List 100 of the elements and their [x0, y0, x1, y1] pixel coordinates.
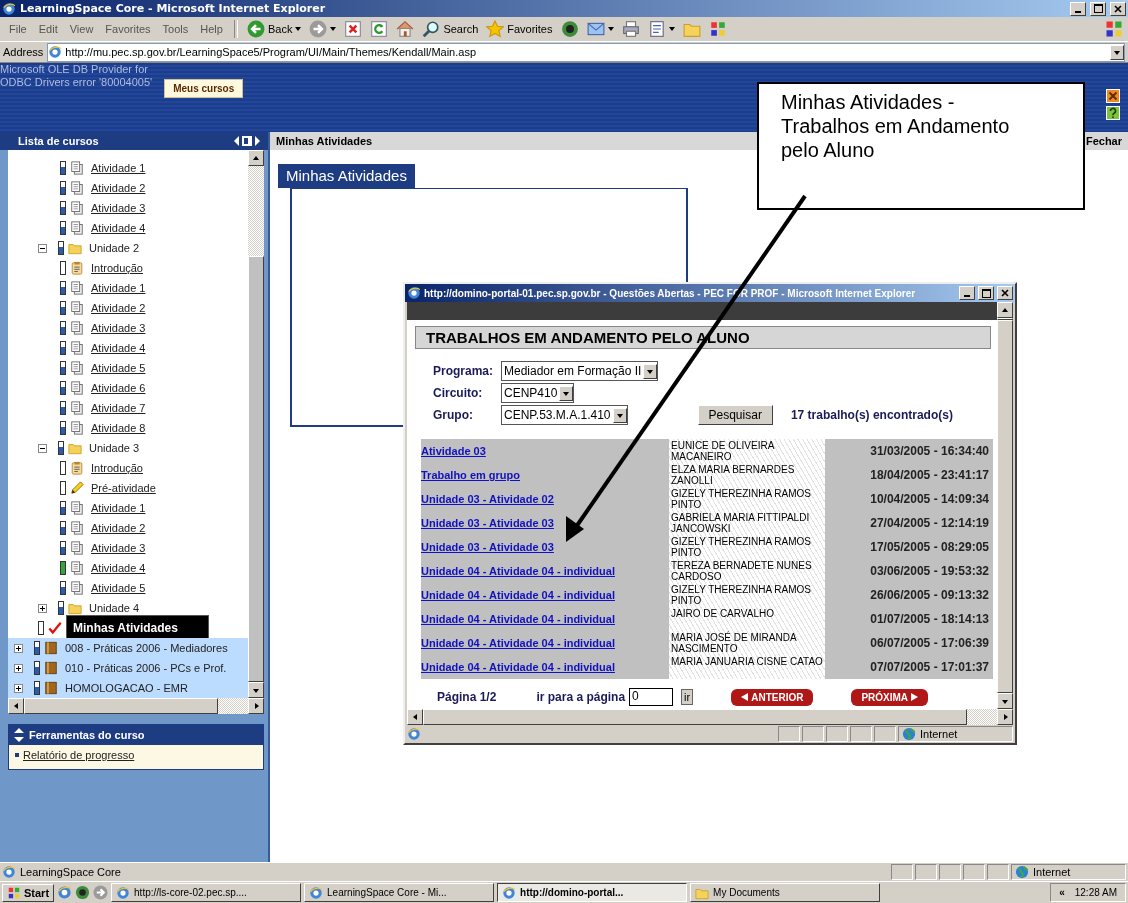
browser-icon [48, 45, 63, 59]
tree-item[interactable]: Atividade 2 [88, 181, 149, 195]
tree-item[interactable]: Atividade 4 [88, 341, 149, 355]
panel-title: Ferramentas do curso [29, 729, 145, 741]
close-button[interactable] [1110, 1, 1126, 16]
tree-item[interactable]: Minhas Atividades [66, 615, 209, 641]
dropdown[interactable]: CENP.53.M.A.1.410 [501, 405, 628, 425]
activity-link[interactable]: Atividade 03 [421, 445, 486, 457]
submit-button[interactable]: Pesquisar [697, 405, 773, 425]
collapse-icon[interactable] [13, 728, 25, 742]
dropdown[interactable]: Mediador em Formação II [501, 361, 659, 381]
close-button[interactable] [997, 286, 1013, 300]
word-icon [647, 20, 666, 38]
close-icon[interactable] [1106, 89, 1120, 103]
scrollbar[interactable] [248, 150, 264, 698]
tree-item[interactable]: Atividade 7 [88, 401, 149, 415]
activity-link[interactable]: Unidade 03 - Atividade 03 [421, 541, 554, 553]
tree-item[interactable]: Atividade 2 [88, 521, 149, 535]
activity-icon [70, 181, 84, 195]
start-button[interactable]: Start [2, 883, 55, 902]
taskbar-button[interactable]: http://ls-core-02.pec.sp.... [111, 883, 302, 902]
tree-item[interactable]: Atividade 5 [88, 581, 149, 595]
menu-item[interactable]: Edit [33, 23, 63, 35]
table-cell: JAIRO DE CARVALHO [669, 607, 825, 631]
tree-item[interactable]: Atividade 5 [88, 361, 149, 375]
address-field[interactable]: http://mu.pec.sp.gov.br/LearningSpace5/Program/UI/Main/Themes/Kendall/Main.asp [47, 42, 1125, 62]
tree-item[interactable]: Introdução [88, 461, 146, 475]
restore-button[interactable] [1090, 1, 1106, 16]
activity-link[interactable]: Unidade 04 - Atividade 04 - individual [421, 589, 615, 601]
menu-item[interactable]: View [64, 23, 99, 35]
minimize-button[interactable] [959, 286, 975, 300]
close-link[interactable]: Fechar [1085, 135, 1122, 147]
tree-item[interactable]: Unidade 3 [86, 441, 143, 455]
scrollbar[interactable] [8, 698, 264, 714]
expand-toggle[interactable] [38, 603, 47, 613]
my-courses-button[interactable]: Meus cursos [164, 79, 244, 98]
tree-item[interactable]: Atividade 3 [88, 201, 149, 215]
maximize-button[interactable] [978, 286, 994, 300]
page-input[interactable]: 0 [629, 688, 674, 706]
minimize-button[interactable] [1070, 1, 1086, 16]
media-icon[interactable] [75, 885, 91, 900]
tree-item[interactable]: Atividade 3 [88, 321, 149, 335]
panel-toggle-icon[interactable] [234, 135, 260, 147]
scrollbar[interactable] [997, 302, 1013, 709]
taskbar-button[interactable]: My Documents [690, 883, 881, 902]
tree-item[interactable]: Atividade 1 [88, 501, 149, 515]
expand-toggle[interactable] [14, 663, 23, 673]
browser-icon [502, 885, 517, 900]
tree-item[interactable]: Unidade 4 [86, 601, 143, 615]
tree-item[interactable]: Atividade 1 [88, 281, 149, 295]
scrollbar[interactable] [407, 709, 1013, 725]
tree-item[interactable]: Introdução [88, 261, 146, 275]
tree-item[interactable]: Atividade 4 [88, 221, 149, 235]
browser-icon[interactable] [57, 885, 73, 900]
tree-item[interactable]: Atividade 1 [88, 161, 149, 175]
menu-item[interactable]: File [4, 23, 32, 35]
status-pane [891, 864, 913, 880]
expand-toggle[interactable] [38, 243, 47, 253]
activity-link[interactable]: Unidade 04 - Atividade 04 - individual [421, 637, 615, 649]
unit-icon [68, 441, 82, 455]
taskbar-button[interactable]: LearningSpace Core - Mi... [304, 883, 495, 902]
dropdown[interactable]: CENP410 [501, 383, 575, 403]
expand-toggle[interactable] [14, 643, 23, 653]
table-cell-text: 31/03/2005 - 16:34:40 [869, 443, 990, 460]
tree-item[interactable]: Unidade 2 [86, 241, 143, 255]
activity-icon [70, 401, 84, 415]
status-pane [874, 726, 896, 742]
tree-item[interactable]: Pré-atividade [88, 481, 159, 495]
expand-toggle[interactable] [38, 443, 47, 453]
toolbar-button[interactable]: Favorites [483, 20, 556, 38]
activity-link[interactable]: Unidade 04 - Atividade 04 - individual [421, 565, 615, 577]
activity-link[interactable]: Unidade 03 - Atividade 03 [421, 517, 554, 529]
activity-link[interactable]: Unidade 03 - Atividade 02 [421, 493, 554, 505]
help-icon[interactable] [1106, 106, 1120, 120]
menu-item[interactable]: Help [195, 23, 228, 35]
go-button[interactable]: ir [681, 689, 694, 705]
activity-link[interactable]: Trabalho em grupo [421, 469, 520, 481]
next-button[interactable]: PRÓXIMA [851, 688, 929, 706]
activity-link[interactable]: Unidade 04 - Atividade 04 - individual [421, 613, 615, 625]
activity-icon [70, 501, 84, 515]
tray-toggle[interactable]: « [1059, 887, 1065, 898]
previous-button[interactable]: ANTERIOR [731, 688, 814, 706]
table-cell: EUNICE DE OLIVEIRA MACANEIRO [669, 439, 825, 463]
activity-icon [70, 321, 84, 335]
window-title: LearningSpace Core - Microsoft Internet Explorer [20, 2, 326, 15]
toolbar-button[interactable]: Back [243, 20, 305, 38]
activity-icon [70, 421, 84, 435]
tree-item[interactable]: Atividade 4 [88, 561, 149, 575]
activity-link[interactable]: Unidade 04 - Atividade 04 - individual [421, 661, 615, 673]
tree-item[interactable]: Atividade 6 [88, 381, 149, 395]
expand-toggle[interactable] [14, 683, 23, 693]
menu-item[interactable]: Favorites [100, 23, 156, 35]
tree-item[interactable]: Atividade 2 [88, 301, 149, 315]
tree-item[interactable]: Atividade 8 [88, 421, 149, 435]
close-icon [1114, 4, 1122, 13]
tool-link[interactable]: Relatório de progresso [23, 749, 135, 761]
menu-item[interactable]: Tools [157, 23, 194, 35]
toolbar-button[interactable]: Search [419, 20, 482, 38]
tree-item[interactable]: Atividade 3 [88, 541, 149, 555]
taskbar-button[interactable]: http://domino-portal... [497, 883, 688, 902]
